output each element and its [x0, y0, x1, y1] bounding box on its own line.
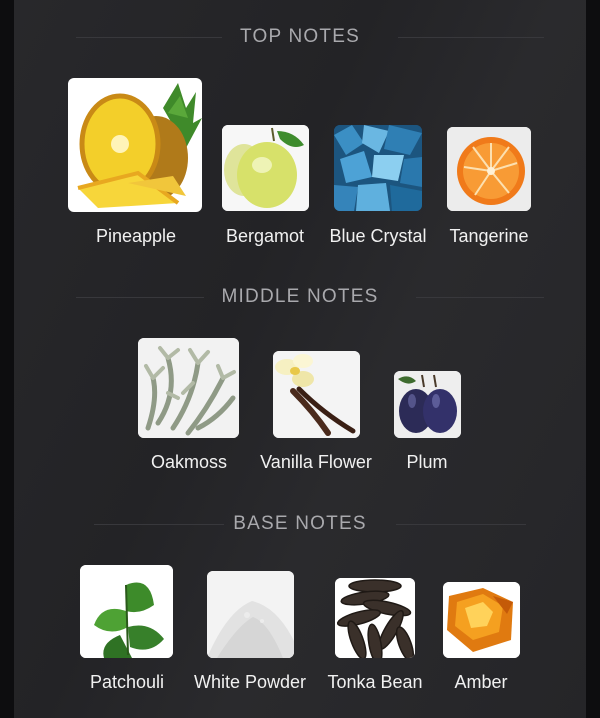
- note-label: Amber: [454, 672, 508, 692]
- top-notes-heading: TOP NOTES: [14, 26, 586, 48]
- note-label: Tangerine: [449, 226, 529, 246]
- tangerine-image: [447, 127, 531, 211]
- note-label: Vanilla Flower: [260, 452, 372, 472]
- middle-notes-heading: MIDDLE NOTES: [14, 286, 586, 308]
- note-label: Blue Crystal: [329, 226, 427, 246]
- note-label: White Powder: [193, 672, 307, 692]
- note-label: Oakmoss: [150, 452, 228, 472]
- note-label: Bergamot: [225, 226, 305, 246]
- tonka-bean-image: [335, 578, 415, 658]
- oakmoss-image: [138, 338, 239, 438]
- plum-image: [394, 371, 461, 438]
- amber-image: [443, 582, 520, 658]
- vanilla-flower-image: [273, 351, 360, 438]
- note-label: Patchouli: [89, 672, 165, 692]
- bergamot-image: [222, 125, 309, 211]
- blue-crystal-image: [334, 125, 422, 211]
- note-label: Tonka Bean: [327, 672, 423, 692]
- notes-panel: TOP NOTES Pineapple Bergamot Blue Crysta…: [14, 0, 586, 718]
- white-powder-image: [207, 571, 294, 658]
- middle-notes-title: MIDDLE NOTES: [221, 286, 379, 307]
- patchouli-image: [80, 565, 173, 658]
- top-notes-title: TOP NOTES: [240, 26, 360, 47]
- pineapple-image: [68, 78, 202, 212]
- note-label: Plum: [406, 452, 448, 472]
- base-notes-title: BASE NOTES: [233, 513, 367, 534]
- note-label: Pineapple: [95, 226, 177, 246]
- base-notes-heading: BASE NOTES: [14, 513, 586, 535]
